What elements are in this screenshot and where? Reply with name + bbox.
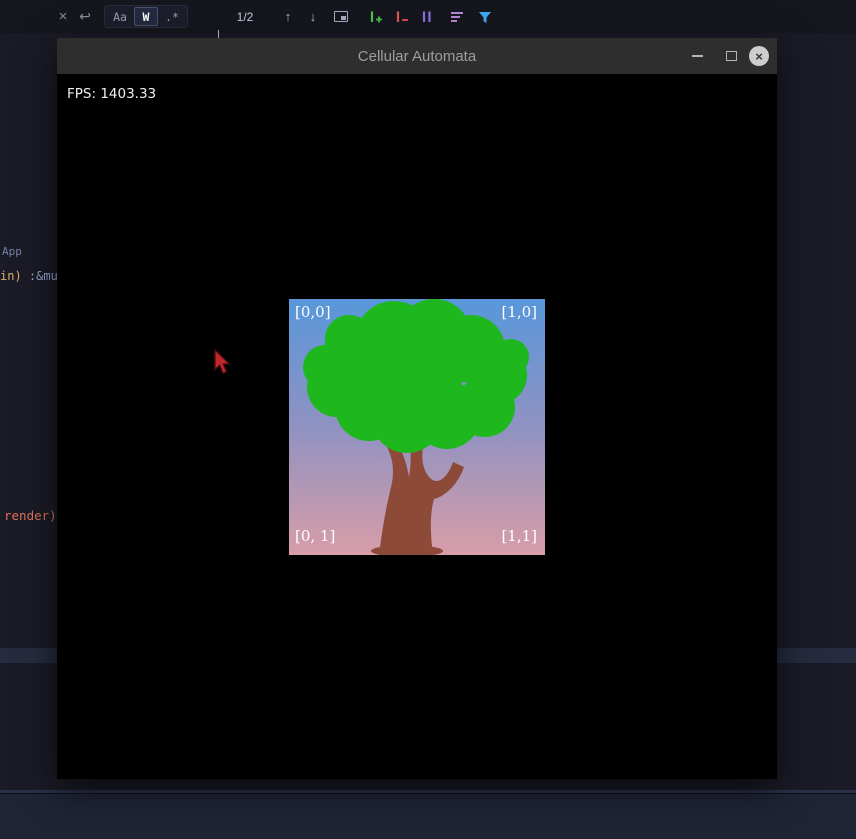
purple-bars-button[interactable] xyxy=(416,0,438,33)
find-toolbar: × ↩ Aa W .* 1/2 ↑ ↓ xyxy=(0,0,856,33)
mouse-cursor-icon xyxy=(214,349,231,375)
find-close-button[interactable]: × xyxy=(54,0,72,33)
purple-bars-icon xyxy=(419,9,435,25)
code-fragment-app: App xyxy=(2,245,22,258)
app-window: Cellular Automata × FPS: 1403.33 xyxy=(57,38,777,779)
red-bar-minus-button[interactable] xyxy=(390,0,412,33)
sort-lines-button[interactable] xyxy=(446,0,468,33)
green-bar-plus-icon xyxy=(367,9,383,25)
fps-counter: FPS: 1403.33 xyxy=(67,86,156,102)
close-button[interactable]: × xyxy=(744,38,774,74)
maximize-button[interactable] xyxy=(720,38,742,74)
prev-match-button[interactable]: ↑ xyxy=(278,0,298,33)
next-match-button[interactable]: ↓ xyxy=(303,0,323,33)
filter-button[interactable] xyxy=(474,0,496,33)
code-token: in) xyxy=(0,269,22,283)
filter-icon xyxy=(477,9,493,25)
window-content: FPS: 1403.33 xyxy=(57,74,777,779)
code-fragment-line2: in) :&mu xyxy=(0,269,58,283)
uv-label-top-left: [0,0] xyxy=(295,303,331,321)
whole-word-button[interactable]: W xyxy=(134,7,158,26)
window-titlebar[interactable]: Cellular Automata × xyxy=(57,38,777,74)
search-options-group: Aa W .* xyxy=(104,5,188,28)
screen: × ↩ Aa W .* 1/2 ↑ ↓ xyxy=(0,0,856,839)
render-canvas: [0,0] [1,0] [0, 1] [1,1] xyxy=(289,299,545,555)
sort-lines-icon xyxy=(449,9,465,25)
uv-label-bottom-left: [0, 1] xyxy=(295,527,335,545)
tree-texture-image xyxy=(289,299,545,555)
match-counter: 1/2 xyxy=(228,0,262,33)
code-token: :&mu xyxy=(22,269,58,283)
code-fragment-render: render) xyxy=(4,508,57,523)
uv-label-bottom-right: [1,1] xyxy=(501,527,537,545)
green-bar-plus-button[interactable] xyxy=(364,0,386,33)
close-icon: × xyxy=(749,46,769,66)
window-title: Cellular Automata xyxy=(57,38,777,74)
find-in-selection-button[interactable] xyxy=(330,0,352,33)
maximize-icon xyxy=(726,51,737,61)
minimize-icon xyxy=(692,55,703,57)
uv-label-top-right: [1,0] xyxy=(501,303,537,321)
bottom-panel xyxy=(0,793,856,839)
find-in-selection-icon xyxy=(334,11,348,22)
regex-button[interactable]: .* xyxy=(160,7,184,26)
return-icon: ↩ xyxy=(76,0,94,33)
match-case-button[interactable]: Aa xyxy=(108,7,132,26)
minimize-button[interactable] xyxy=(686,38,708,74)
red-bar-minus-icon xyxy=(393,9,409,25)
